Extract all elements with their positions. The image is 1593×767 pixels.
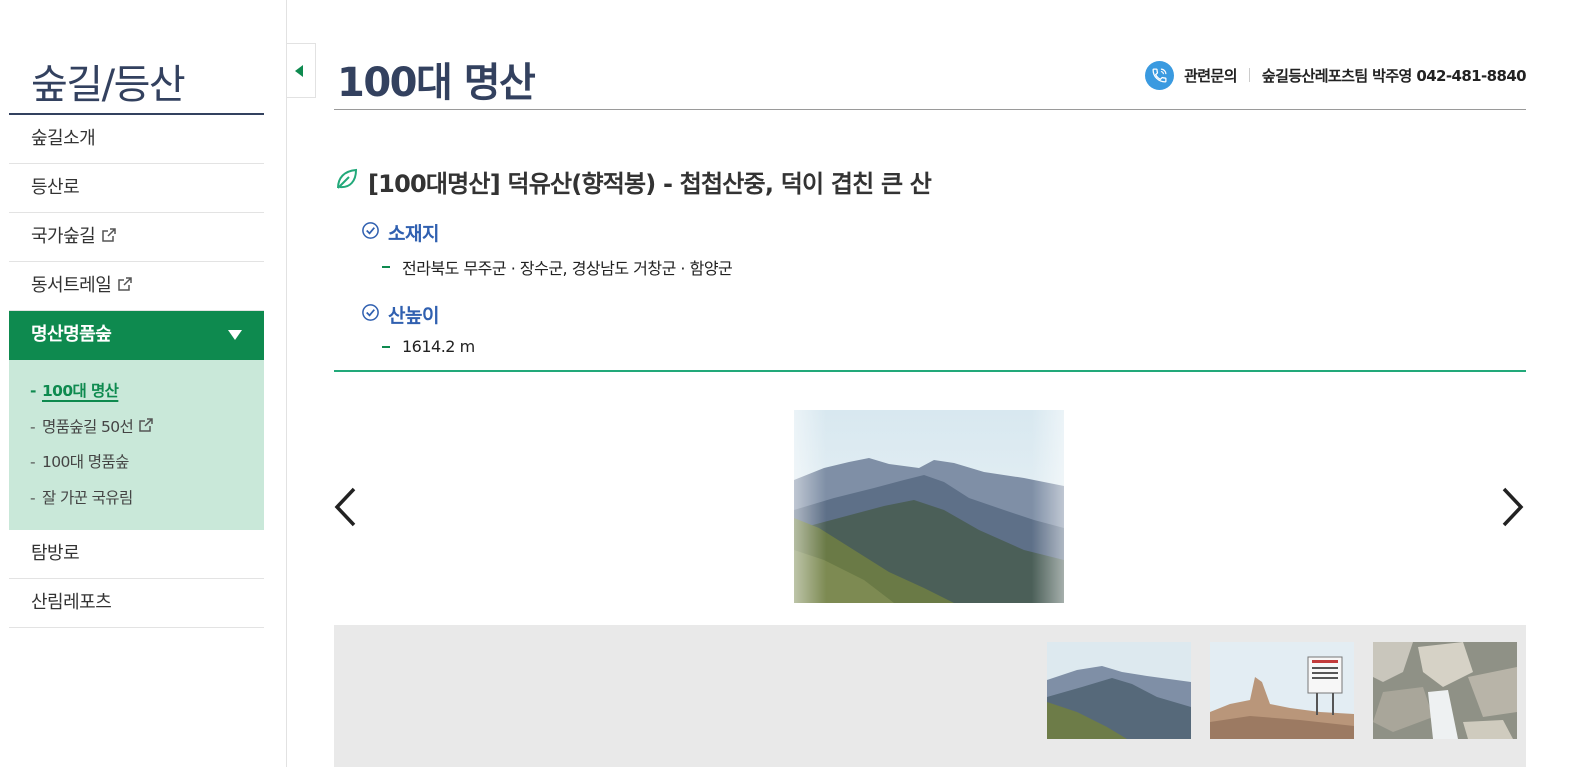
sidebar-item-national-trails[interactable]: 국가숲길 [9,213,264,262]
external-link-icon [138,411,154,446]
submenu-item-50-trails[interactable]: - 명품숲길 50선 [9,410,264,446]
gallery-prev-button[interactable] [332,486,358,528]
check-circle-icon [361,221,380,245]
bullet [382,266,390,268]
sidebar-item-forest-sports[interactable]: 산림레포츠 [9,579,264,628]
thumbnail-1[interactable] [1047,642,1191,739]
sidebar-item-trekking-paths[interactable]: 탐방로 [9,530,264,579]
bullet [382,345,390,348]
phone-icon [1145,60,1175,90]
collapse-icon [295,65,303,77]
main-photo [794,410,1064,603]
page-title: 100대 명산 [337,60,536,106]
thumbnail-3[interactable] [1373,642,1517,739]
title-divider [334,109,1526,110]
sidebar-item-trails[interactable]: 등산로 [9,164,264,213]
location-heading: 소재지 [361,219,439,246]
contact-detail: 숲길등산레포츠팀 박주영 042-481-8840 [1261,66,1527,85]
external-link-icon [101,214,117,262]
mountain-title-text: [100대명산] 덕유산(향적봉) - 첩첩산중, 덕이 겹친 큰 산 [368,170,932,198]
chevron-left-icon [334,487,356,527]
contact-info: 관련문의 숲길등산레포츠팀 박주영 042-481-8840 [1145,60,1527,90]
sidebar-item-forest-intro[interactable]: 숲길소개 [9,115,264,164]
submenu-item-100-mountains[interactable]: -100대 명산 [9,374,264,410]
info-divider [334,370,1526,372]
thumbnail-2[interactable] [1210,642,1354,739]
height-heading: 산높이 [361,301,439,328]
height-value: 1614.2 m [402,337,475,356]
contact-divider [1248,68,1250,82]
location-label: 소재지 [388,223,439,245]
caret-down-icon [228,330,242,340]
mountain-title: [100대명산] 덕유산(향적봉) - 첩첩산중, 덕이 겹친 큰 산 [334,164,932,199]
height-label: 산높이 [388,305,439,327]
sidebar-title: 숲길/등산 [9,48,264,115]
submenu-item-national-forest[interactable]: -잘 가꾼 국유림 [9,481,264,517]
sidebar-collapse-button[interactable] [287,43,316,98]
thumbnail-strip [334,625,1526,767]
submenu-item-100-forests[interactable]: -100대 명품숲 [9,445,264,481]
contact-label: 관련문의 [1184,66,1237,85]
sidebar: 숲길/등산 숲길소개 등산로 국가숲길 동서트레일 명산명품숲 -100대 명산… [0,0,287,767]
sidebar-title-text: 숲길/등산 [31,62,186,108]
leaf-icon [334,166,360,198]
height-value-row: 1614.2 m [382,337,475,356]
sidebar-menu: 숲길소개 등산로 국가숲길 동서트레일 명산명품숲 -100대 명산 - 명품숲길… [9,115,264,628]
sidebar-item-famous-mountains[interactable]: 명산명품숲 [9,311,264,360]
sidebar-item-east-west-trail[interactable]: 동서트레일 [9,262,264,311]
external-link-icon [117,263,133,311]
chevron-right-icon [1502,487,1524,527]
gallery-next-button[interactable] [1500,486,1526,528]
location-value: 전라북도 무주군 · 장수군, 경상남도 거창군 · 함양군 [402,259,733,278]
check-circle-icon [361,303,380,327]
location-value-row: 전라북도 무주군 · 장수군, 경상남도 거창군 · 함양군 [382,255,733,279]
sidebar-submenu: -100대 명산 - 명품숲길 50선 -100대 명품숲 -잘 가꾼 국유림 [9,360,264,530]
sidebar-submenu-wrap: -100대 명산 - 명품숲길 50선 -100대 명품숲 -잘 가꾼 국유림 [9,360,264,530]
